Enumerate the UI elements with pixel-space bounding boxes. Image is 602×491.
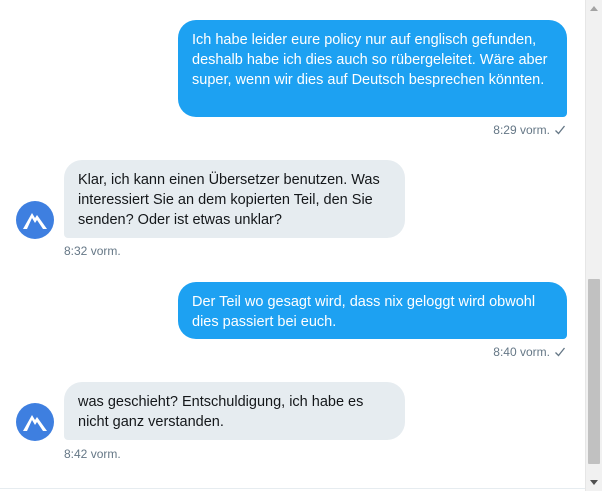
message-timestamp: 8:42 vorm. — [64, 447, 121, 461]
checkmark-icon — [555, 125, 566, 135]
checkmark-icon — [555, 347, 566, 357]
message-text: Der Teil wo gesagt wird, dass nix gelogg… — [192, 294, 536, 330]
message-bubble-outgoing[interactable]: Der Teil wo gesagt wird, dass nix gelogg… — [178, 282, 567, 339]
avatar[interactable] — [16, 403, 54, 441]
message-meta: 8:29 vorm. — [493, 123, 566, 137]
message-meta: 8:40 vorm. — [493, 345, 566, 359]
message-text: was geschieht? Entschuldigung, ich habe … — [78, 394, 364, 430]
message-bubble-incoming[interactable]: was geschieht? Entschuldigung, ich habe … — [64, 382, 405, 440]
message-timestamp: 8:29 vorm. — [493, 123, 550, 137]
chat-conversation: Ich habe leider eure policy nur auf engl… — [0, 0, 602, 491]
arrow-down-icon — [590, 480, 598, 485]
message-timestamp: 8:32 vorm. — [64, 244, 121, 258]
message-timestamp: 8:40 vorm. — [493, 345, 550, 359]
scroll-up-button[interactable] — [586, 0, 602, 17]
scroll-down-button[interactable] — [586, 474, 602, 491]
divider — [0, 488, 585, 489]
message-text: Klar, ich kann einen Übersetzer benutzen… — [78, 172, 380, 228]
avatar[interactable] — [16, 201, 54, 239]
nordvpn-mountain-logo-icon — [23, 213, 47, 229]
nordvpn-mountain-logo-icon — [23, 415, 47, 431]
vertical-scrollbar[interactable] — [585, 0, 602, 491]
message-text: Ich habe leider eure policy nur auf engl… — [192, 32, 548, 88]
arrow-up-icon — [590, 6, 598, 11]
scroll-thumb[interactable] — [588, 279, 600, 464]
message-meta: 8:42 vorm. — [64, 447, 121, 461]
message-meta: 8:32 vorm. — [64, 244, 121, 258]
message-bubble-outgoing[interactable]: Ich habe leider eure policy nur auf engl… — [178, 20, 567, 117]
message-bubble-incoming[interactable]: Klar, ich kann einen Übersetzer benutzen… — [64, 160, 405, 238]
